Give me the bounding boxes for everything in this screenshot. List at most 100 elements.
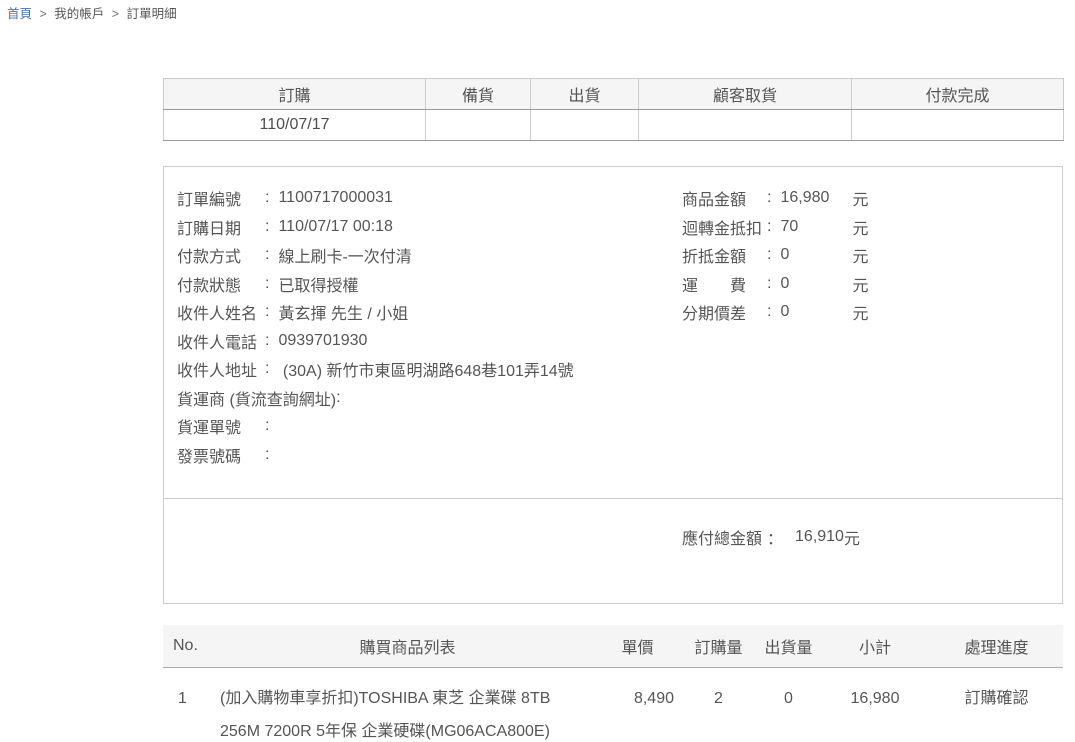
discount-amount-label: 折抵金額	[682, 243, 767, 267]
rebate-deduction-row: 迴轉金抵扣:70元	[682, 213, 1062, 242]
colon: :	[265, 332, 269, 350]
status-header-pickup: 顧客取貨	[639, 79, 852, 110]
order-date-row: 訂購日期:110/07/17 00:18	[177, 213, 682, 242]
status-header-paid: 付款完成	[852, 79, 1064, 110]
header-no: No.	[163, 637, 220, 655]
order-info-left-column: 訂單編號:1100717000031 訂購日期:110/07/17 00:18 …	[177, 184, 682, 498]
recipient-phone-label: 收件人電話	[177, 329, 265, 353]
breadcrumb-item-my-account[interactable]: 我的帳戶	[54, 7, 104, 21]
status-paid-date	[852, 110, 1064, 141]
status-value-row: 110/07/17	[164, 110, 1064, 141]
status-header-ordered: 訂購	[164, 79, 426, 110]
payment-status-row: 付款狀態: 已取得授權	[177, 270, 682, 299]
tracking-number-label: 貨運單號	[177, 414, 265, 438]
breadcrumb-separator: >	[40, 7, 47, 21]
product-name-line1: (加入購物車享折扣)TOSHIBA 東芝 企業碟 8TB	[220, 682, 595, 715]
colon: :	[767, 246, 771, 264]
product-unit-price: 8,490	[595, 689, 680, 709]
order-detail-page: 首頁 > 我的帳戶 > 訂單明細 訂購 備貨 出貨 顧客取貨 付款完成 110/…	[0, 0, 1075, 742]
rebate-deduction-value: 70	[780, 218, 852, 236]
colon: ：	[767, 525, 783, 549]
colon: :	[265, 417, 269, 435]
goods-amount-value: 16,980	[780, 189, 852, 207]
shipping-fee-value: 0	[780, 275, 852, 293]
order-status-table: 訂購 備貨 出貨 顧客取貨 付款完成 110/07/17	[163, 78, 1064, 141]
invoice-number-row: 發票號碼:	[177, 441, 682, 470]
currency-unit: 元	[844, 525, 860, 549]
payment-status-label: 付款狀態	[177, 272, 265, 296]
header-subtotal: 小計	[820, 634, 930, 658]
installment-diff-label: 分期價差	[682, 300, 767, 324]
order-total-section: 應付總金額： 16,910元	[164, 498, 1062, 603]
payment-method-label: 付款方式	[177, 243, 265, 267]
colon: :	[767, 275, 771, 293]
product-processing-status: 訂購確認	[930, 689, 1063, 709]
recipient-address-label: 收件人地址	[177, 357, 265, 381]
product-name: (加入購物車享折扣)TOSHIBA 東芝 企業碟 8TB 256M 7200R …	[220, 682, 595, 742]
product-subtotal: 16,980	[820, 689, 930, 709]
breadcrumb-separator: >	[112, 7, 119, 21]
product-table: No. 購買商品列表 單價 訂購量 出貨量 小計 處理進度 1 (加入購物車享折…	[163, 625, 1063, 742]
status-shipped-date	[531, 110, 639, 141]
shipping-fee-row: 運 費:0元	[682, 270, 1062, 299]
status-pickup-date	[639, 110, 852, 141]
order-number-label: 訂單編號	[177, 186, 265, 210]
product-ship-qty: 0	[757, 689, 820, 709]
status-preparing-date	[426, 110, 531, 141]
total-due-value: 16,910	[795, 528, 844, 546]
tracking-number-row: 貨運單號:	[177, 412, 682, 441]
installment-diff-row: 分期價差:0元	[682, 298, 1062, 327]
product-order-qty: 2	[680, 689, 757, 709]
product-row: 1 (加入購物車享折扣)TOSHIBA 東芝 企業碟 8TB 256M 7200…	[163, 668, 1063, 742]
colon: :	[265, 446, 269, 464]
colon: :	[767, 218, 771, 236]
goods-amount-label: 商品金額	[682, 186, 767, 210]
colon: :	[265, 246, 269, 264]
recipient-phone-value: 0939701930	[278, 332, 367, 350]
total-due-line: 應付總金額： 16,910元	[682, 525, 1062, 549]
header-processing-status: 處理進度	[930, 634, 1063, 658]
payment-status-value: 已取得授權	[278, 272, 358, 296]
discount-amount-value: 0	[780, 246, 852, 264]
recipient-name-row: 收件人姓名:黃玄揮 先生 / 小姐	[177, 298, 682, 327]
currency-unit: 元	[852, 272, 868, 296]
recipient-phone-row: 收件人電話:0939701930	[177, 327, 682, 356]
currency-unit: 元	[852, 215, 868, 239]
currency-unit: 元	[852, 186, 868, 210]
goods-amount-row: 商品金額:16,980元	[682, 184, 1062, 213]
carrier-label: 貨運商 (貨流查詢網址)	[177, 386, 336, 410]
order-date-label: 訂購日期	[177, 215, 265, 239]
status-header-shipped: 出貨	[531, 79, 639, 110]
currency-unit: 元	[852, 300, 868, 324]
product-name-line2: 256M 7200R 5年保 企業硬碟(MG06ACA800E)	[220, 715, 595, 742]
recipient-address-value: (30A) 新竹市東區明湖路648巷101弄14號	[278, 357, 573, 381]
order-info-box: 訂單編號:1100717000031 訂購日期:110/07/17 00:18 …	[163, 166, 1063, 604]
colon: :	[336, 389, 340, 407]
colon: :	[265, 275, 269, 293]
status-ordered-date: 110/07/17	[164, 110, 426, 141]
recipient-address-row: 收件人地址: (30A) 新竹市東區明湖路648巷101弄14號	[177, 355, 682, 384]
header-ship-qty: 出貨量	[757, 634, 820, 658]
payment-method-row: 付款方式: 線上刷卡-一次付清	[177, 241, 682, 270]
installment-diff-value: 0	[780, 303, 852, 321]
invoice-number-label: 發票號碼	[177, 443, 265, 467]
header-unit-price: 單價	[595, 634, 680, 658]
discount-amount-row: 折抵金額:0元	[682, 241, 1062, 270]
order-number-row: 訂單編號:1100717000031	[177, 184, 682, 213]
recipient-name-label: 收件人姓名	[177, 300, 265, 324]
product-table-header: No. 購買商品列表 單價 訂購量 出貨量 小計 處理進度	[163, 625, 1063, 668]
order-date-value: 110/07/17 00:18	[278, 218, 392, 236]
breadcrumb-home-link[interactable]: 首頁	[7, 7, 32, 21]
colon: :	[767, 303, 771, 321]
order-number-value: 1100717000031	[278, 189, 393, 207]
status-header-preparing: 備貨	[426, 79, 531, 110]
header-order-qty: 訂購量	[680, 634, 757, 658]
total-due-label: 應付總金額	[682, 525, 767, 549]
status-header-row: 訂購 備貨 出貨 顧客取貨 付款完成	[164, 79, 1064, 110]
payment-method-value: 線上刷卡-一次付清	[278, 243, 411, 267]
breadcrumb-item-order-detail: 訂單明細	[127, 7, 177, 21]
colon: :	[265, 218, 269, 236]
shipping-fee-label: 運 費	[682, 272, 767, 296]
carrier-row: 貨運商 (貨流查詢網址):	[177, 384, 682, 413]
colon: :	[265, 360, 269, 378]
